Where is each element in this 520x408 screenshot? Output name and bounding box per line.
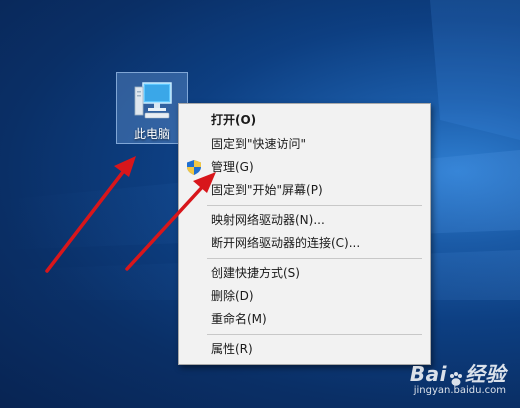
menu-item-create-shortcut[interactable]: 创建快捷方式(S)	[179, 262, 430, 284]
menu-item-pin-quick-access[interactable]: 固定到"快速访问"	[179, 133, 430, 155]
baidu-jingyan-watermark: Bai 经验 jingyan.baidu.com	[410, 358, 506, 396]
menu-separator	[207, 334, 422, 335]
menu-item-open[interactable]: 打开(O)	[179, 109, 430, 131]
menu-item-manage-label: 管理(G)	[211, 160, 254, 174]
menu-item-delete[interactable]: 删除(D)	[179, 285, 430, 307]
menu-item-manage[interactable]: 管理(G)	[179, 156, 430, 178]
menu-item-pin-start[interactable]: 固定到"开始"屏幕(P)	[179, 179, 430, 201]
menu-separator	[207, 205, 422, 206]
menu-item-map-network-drive[interactable]: 映射网络驱动器(N)...	[179, 209, 430, 231]
menu-item-disconnect-network-drive[interactable]: 断开网络驱动器的连接(C)...	[179, 232, 430, 254]
watermark-site: jingyan.baidu.com	[413, 385, 506, 396]
arrow-to-this-pc-icon	[45, 156, 136, 273]
baidu-paw-icon	[448, 368, 464, 386]
computer-icon	[133, 79, 173, 125]
menu-item-properties[interactable]: 属性(R)	[179, 338, 430, 360]
watermark-brand-left: Bai	[409, 362, 447, 386]
context-menu: 打开(O) 固定到"快速访问" 管理(G) 固定到"开始"屏幕(P) 映射网络驱…	[178, 103, 431, 365]
desktop-icon-label: 此电脑	[133, 127, 170, 141]
menu-item-rename[interactable]: 重命名(M)	[179, 308, 430, 330]
menu-separator	[207, 258, 422, 259]
watermark-brand: Bai 经验	[410, 358, 506, 387]
watermark-brand-right: 经验	[465, 362, 506, 386]
